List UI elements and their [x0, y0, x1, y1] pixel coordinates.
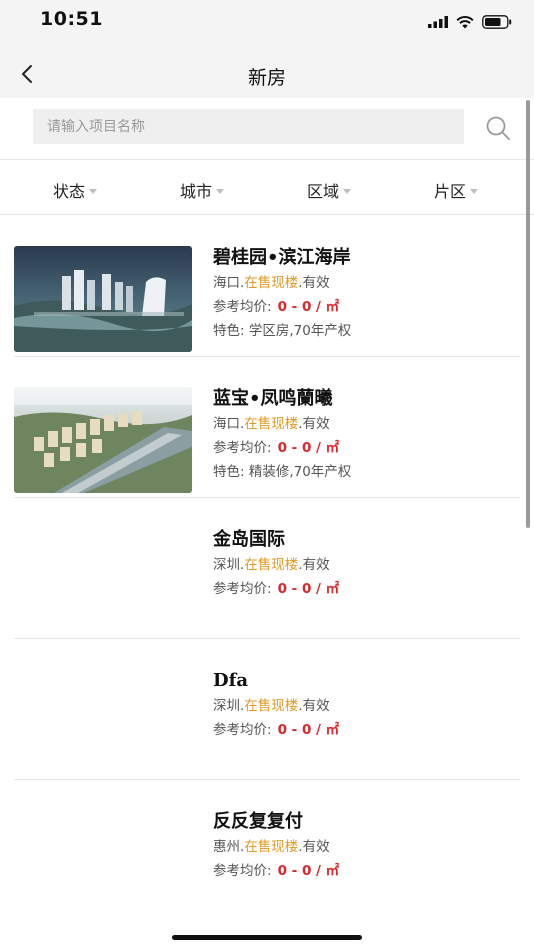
listing-price: 0 - 0 / ㎡: [277, 440, 340, 456]
filter-city[interactable]: 城市: [180, 178, 225, 202]
listing-price-line: 参考均价: 0 - 0 / ㎡: [213, 295, 351, 319]
filter-status[interactable]: 状态: [53, 178, 98, 202]
listing-info: 金岛国际 深圳.在售现楼.有效 参考均价: 0 - 0 / ㎡: [213, 528, 339, 601]
listing-image: [14, 246, 192, 352]
listing-image: [14, 387, 192, 493]
listing-city: 海口.: [213, 275, 245, 291]
listing-status: 在售现楼: [244, 275, 299, 291]
listing-city: 深圳.: [213, 698, 245, 714]
listing-title: 金岛国际: [213, 529, 285, 550]
listing-status: 在售现楼: [244, 557, 299, 573]
listing-validity: .有效: [298, 557, 330, 573]
listing-title: 碧桂园•滨江海岸: [213, 247, 351, 268]
wifi-icon: [456, 15, 474, 28]
filter-label: 状态: [53, 182, 86, 201]
listing-price-line: 参考均价: 0 - 0 / ㎡: [213, 859, 339, 883]
search-input[interactable]: [33, 109, 464, 144]
listing-validity: .有效: [298, 698, 330, 714]
listing-price-line: 参考均价: 0 - 0 / ㎡: [213, 436, 351, 460]
listing-status: 在售现楼: [244, 698, 299, 714]
listing-feature: 特色: 学区房,70年产权: [213, 323, 352, 339]
status-icons: [428, 15, 512, 29]
listing-price: 0 - 0 / ㎡: [277, 581, 340, 597]
caret-down-icon: [89, 188, 98, 194]
listing-status-line: 惠州.在售现楼.有效: [213, 835, 339, 859]
listing-price: 0 - 0 / ㎡: [277, 863, 340, 879]
listing-price: 0 - 0 / ㎡: [277, 299, 340, 315]
price-label: 参考均价:: [213, 299, 272, 315]
price-label: 参考均价:: [213, 581, 272, 597]
search-icon[interactable]: [484, 114, 512, 142]
listing-status: 在售现楼: [244, 839, 299, 855]
status-time: 10:51: [40, 8, 103, 30]
listing-title: Dfa: [213, 670, 249, 691]
listing-item[interactable]: Dfa 深圳.在售现楼.有效 参考均价: 0 - 0 / ㎡: [14, 639, 520, 780]
page-title: 新房: [247, 67, 286, 89]
status-bar: 10:51: [0, 0, 534, 50]
signal-icon: [428, 16, 448, 28]
price-label: 参考均价:: [213, 440, 272, 456]
listing-status-line: 深圳.在售现楼.有效: [213, 553, 339, 577]
filter-district[interactable]: 区域: [307, 178, 352, 202]
battery-icon: [482, 15, 512, 29]
listing-info: Dfa 深圳.在售现楼.有效 参考均价: 0 - 0 / ㎡: [213, 669, 339, 742]
listing-item[interactable]: 金岛国际 深圳.在售现楼.有效 参考均价: 0 - 0 / ㎡: [14, 498, 520, 639]
scrollbar[interactable]: [526, 100, 530, 528]
listing-price-line: 参考均价: 0 - 0 / ㎡: [213, 718, 339, 742]
listing-title: 反反复复付: [213, 811, 303, 832]
listing-info: 反反复复付 惠州.在售现楼.有效 参考均价: 0 - 0 / ㎡: [213, 810, 339, 883]
caret-down-icon: [470, 188, 479, 194]
listing-item[interactable]: 反反复复付 惠州.在售现楼.有效 参考均价: 0 - 0 / ㎡: [14, 780, 520, 921]
filter-bar: 状态 城市 区域 片区: [0, 161, 534, 215]
listing-item[interactable]: 碧桂园•滨江海岸 海口.在售现楼.有效 参考均价: 0 - 0 / ㎡ 特色: 学…: [14, 216, 520, 357]
listing-city: 惠州.: [213, 839, 245, 855]
listing-city: 深圳.: [213, 557, 245, 573]
listing-feature: 特色: 精装修,70年产权: [213, 464, 352, 480]
listing-status-line: 海口.在售现楼.有效: [213, 271, 351, 295]
listing-status: 在售现楼: [244, 416, 299, 432]
listing-validity: .有效: [298, 275, 330, 291]
home-indicator[interactable]: [172, 935, 362, 940]
filter-label: 区域: [307, 182, 340, 201]
caret-down-icon: [343, 188, 352, 194]
filter-label: 城市: [180, 182, 213, 201]
listing-validity: .有效: [298, 416, 330, 432]
filter-label: 片区: [434, 182, 467, 201]
listing-info: 碧桂园•滨江海岸 海口.在售现楼.有效 参考均价: 0 - 0 / ㎡ 特色: 学…: [213, 246, 351, 343]
listing-status-line: 海口.在售现楼.有效: [213, 412, 351, 436]
listing-item[interactable]: 蓝宝•凤鸣蘭曦 海口.在售现楼.有效 参考均价: 0 - 0 / ㎡ 特色: 精装…: [14, 357, 520, 498]
listing-title: 蓝宝•凤鸣蘭曦: [213, 388, 333, 409]
price-label: 参考均价:: [213, 863, 272, 879]
listing-info: 蓝宝•凤鸣蘭曦 海口.在售现楼.有效 参考均价: 0 - 0 / ㎡ 特色: 精装…: [213, 387, 351, 484]
listing-validity: .有效: [298, 839, 330, 855]
caret-down-icon: [216, 188, 225, 194]
listing-price-line: 参考均价: 0 - 0 / ㎡: [213, 577, 339, 601]
search-bar: [0, 98, 534, 160]
nav-bar: 新房: [0, 50, 534, 98]
listing-city: 海口.: [213, 416, 245, 432]
filter-area[interactable]: 片区: [434, 178, 479, 202]
listing-status-line: 深圳.在售现楼.有效: [213, 694, 339, 718]
price-label: 参考均价:: [213, 722, 272, 738]
listing-price: 0 - 0 / ㎡: [277, 722, 340, 738]
